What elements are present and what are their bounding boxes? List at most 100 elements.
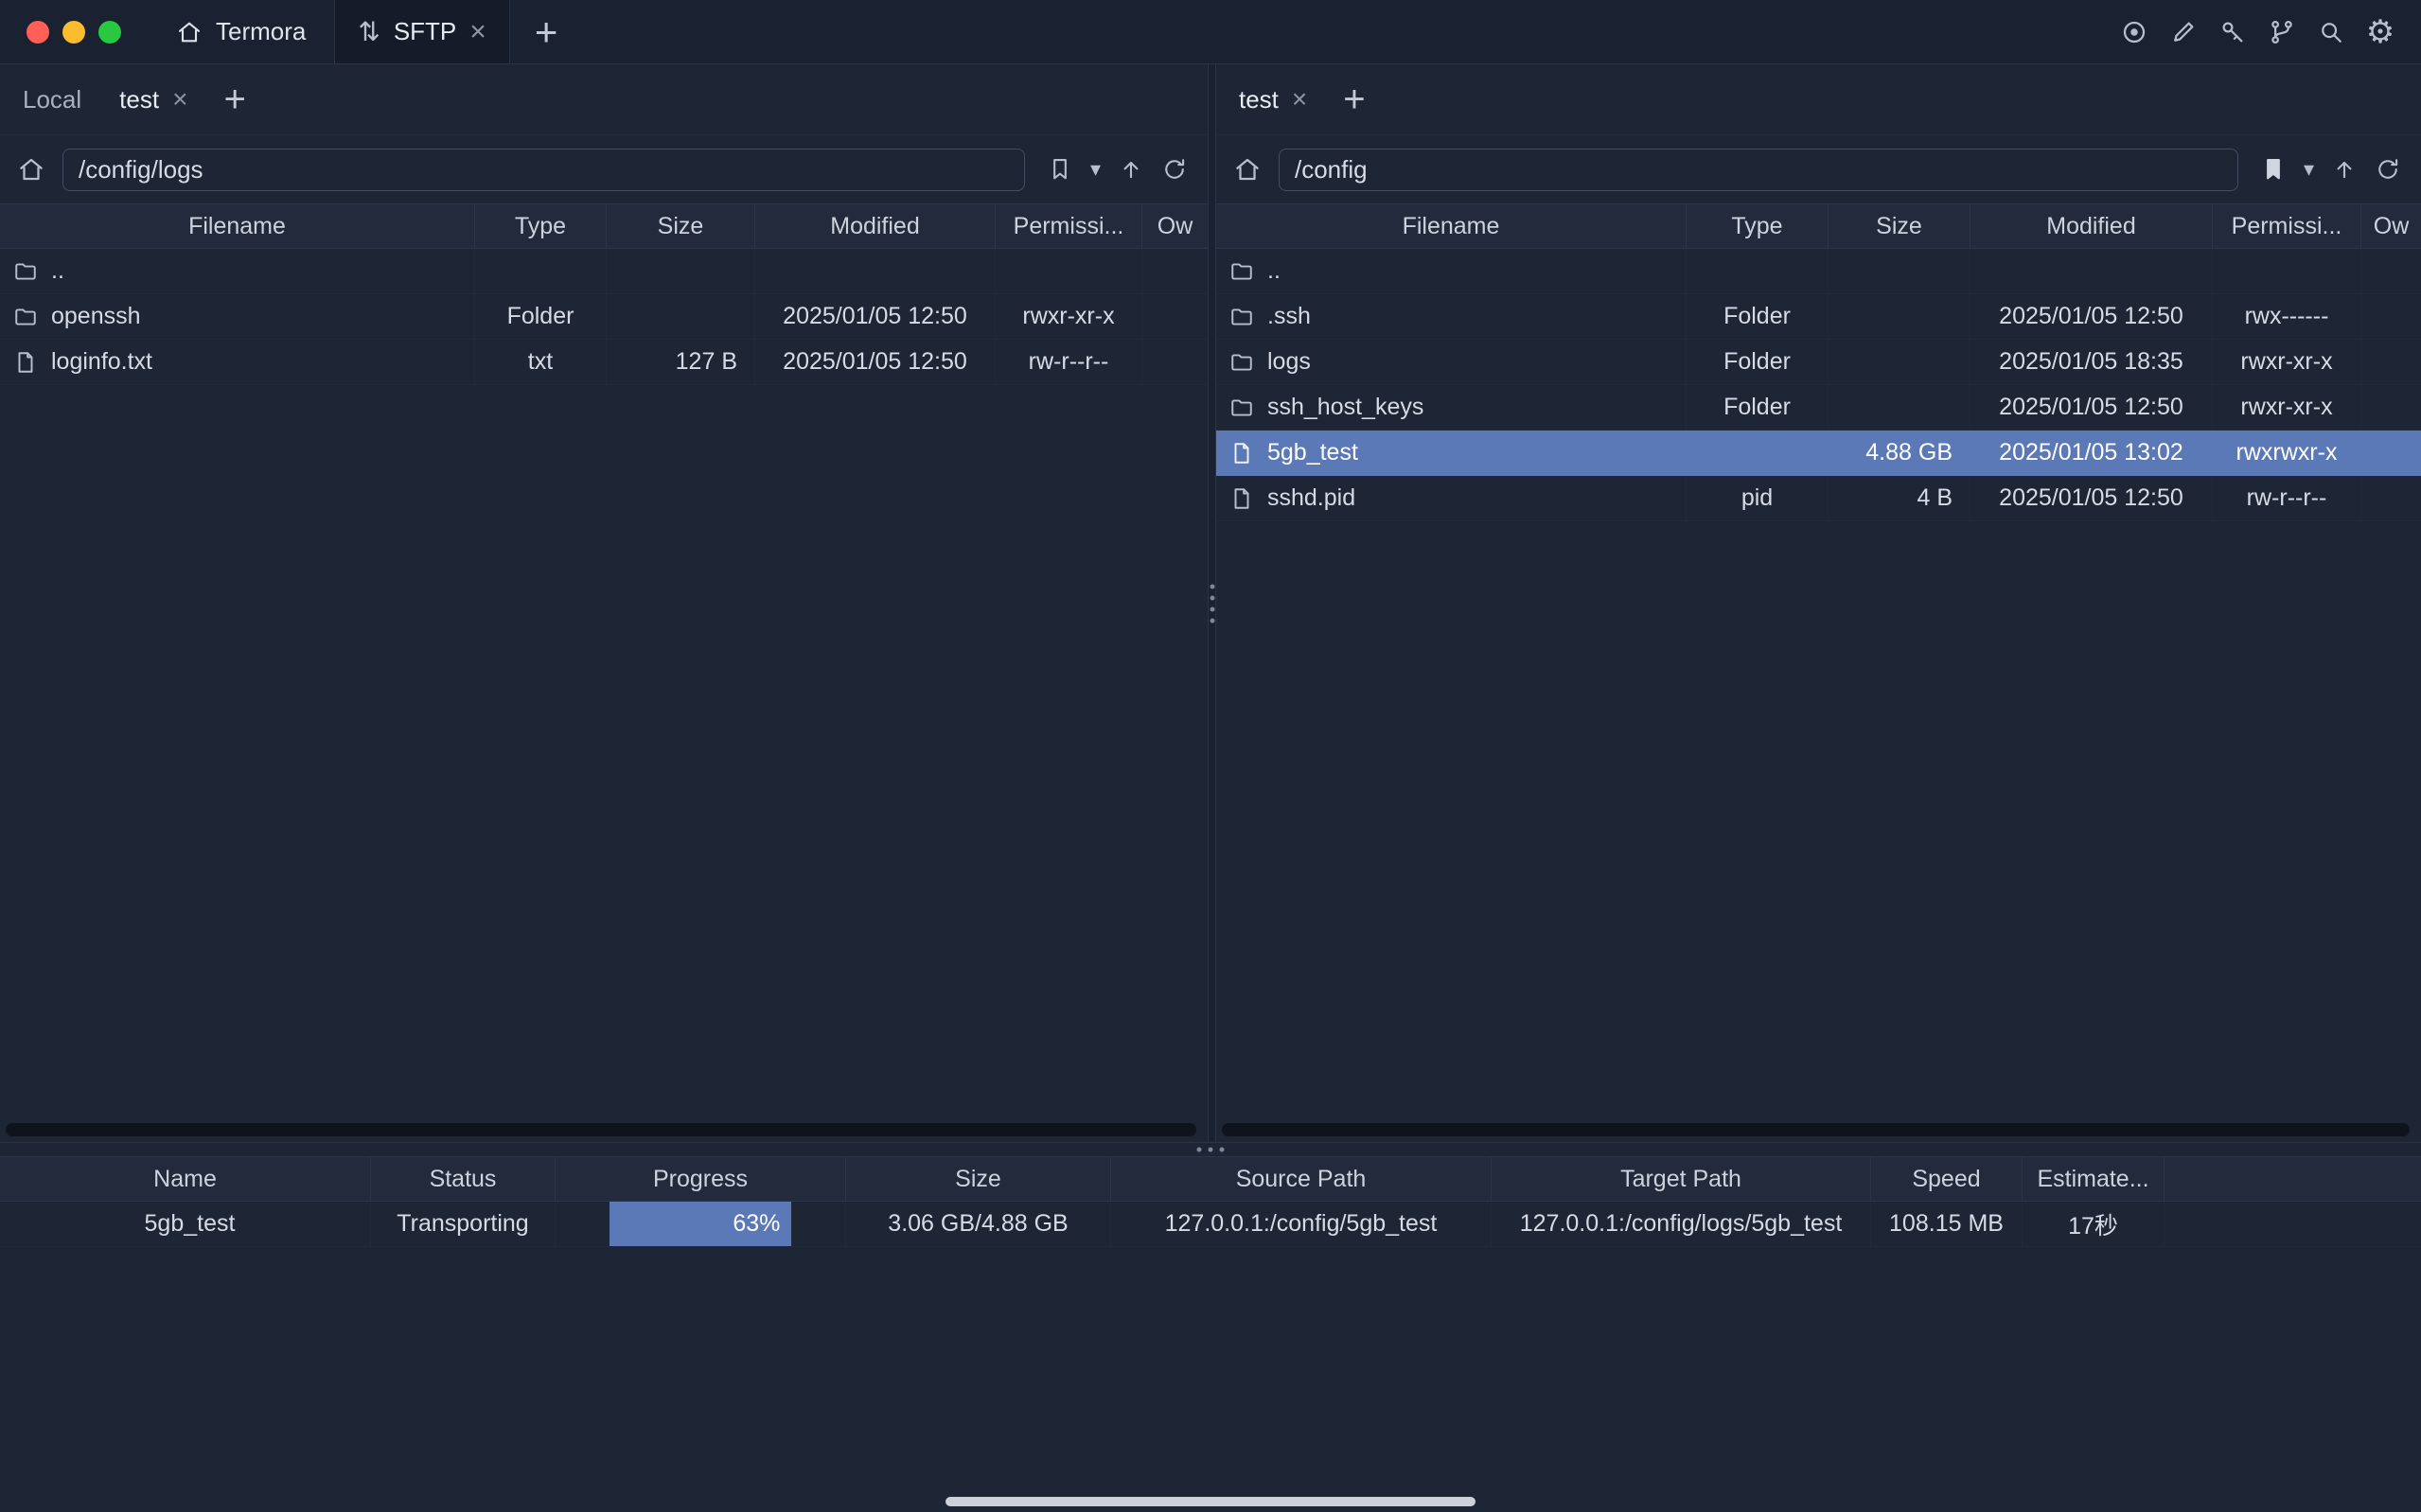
transfer-column-size: Size [846, 1157, 1111, 1201]
bookmark-dropdown-button[interactable]: ▾ [2295, 149, 2323, 190]
new-terminal-tab-button[interactable]: + [510, 12, 583, 52]
tab-test-right[interactable]: test × [1220, 64, 1326, 134]
folder-icon [1229, 305, 1254, 329]
file-row-ssh[interactable]: .ssh Folder 2025/01/05 12:50 rwx------ [1216, 294, 2421, 340]
size-cell [1829, 294, 1970, 340]
left-refresh-button[interactable] [1153, 149, 1196, 190]
search-button[interactable] [2315, 16, 2347, 48]
right-refresh-button[interactable] [2366, 149, 2410, 190]
column-header-modified[interactable]: Modified [1970, 204, 2213, 248]
local-pane: Local test × + ▾ [0, 64, 1208, 1142]
transfer-table-header: Name Status Progress Size Source Path Ta… [0, 1156, 2421, 1202]
bookmark-dropdown-button[interactable]: ▾ [1082, 149, 1109, 190]
minimize-window-button[interactable] [62, 21, 85, 44]
column-header-size[interactable]: Size [1829, 204, 1970, 248]
file-row-sshd-pid[interactable]: sshd.pid pid 4 B 2025/01/05 12:50 rw-r--… [1216, 476, 2421, 521]
right-pane-tabbar: test × + [1216, 64, 2421, 135]
modified-cell [1970, 249, 2213, 294]
column-header-filename[interactable]: Filename [0, 204, 475, 248]
left-horizontal-scrollbar-thumb[interactable] [6, 1123, 1196, 1136]
permissions-cell [996, 249, 1142, 294]
port-forwarding-button[interactable] [2266, 16, 2298, 48]
column-header-type[interactable]: Type [1687, 204, 1829, 248]
edit-button[interactable] [2167, 16, 2200, 48]
bookmark-filled-icon [2260, 156, 2287, 183]
right-horizontal-scrollbar-thumb[interactable] [1222, 1123, 2410, 1136]
record-button[interactable] [2118, 16, 2150, 48]
pane-splitter-vertical[interactable] [1208, 64, 1216, 1142]
home-icon [176, 19, 203, 45]
column-header-owner[interactable]: Ow [2361, 204, 2421, 248]
tab-local[interactable]: Local [4, 64, 100, 134]
search-icon [2317, 18, 2345, 46]
settings-button[interactable]: ⚙ [2364, 16, 2396, 48]
file-row-logs[interactable]: logs Folder 2025/01/05 18:35 rwxr-xr-x [1216, 340, 2421, 385]
tab-termora[interactable]: Termora [172, 0, 334, 63]
right-path-input[interactable] [1279, 149, 2238, 191]
file-row-ssh-host-keys[interactable]: ssh_host_keys Folder 2025/01/05 12:50 rw… [1216, 385, 2421, 431]
file-icon [1229, 486, 1254, 511]
file-row-loginfo[interactable]: loginfo.txt txt 127 B 2025/01/05 12:50 r… [0, 340, 1208, 385]
file-row-parent[interactable]: .. [0, 249, 1208, 294]
progress-bar-fill: 63% [610, 1202, 792, 1246]
size-cell [1829, 340, 1970, 385]
column-header-permissions[interactable]: Permissi... [2213, 204, 2361, 248]
close-icon[interactable]: × [172, 86, 187, 113]
transfer-estimate-cell: 17秒 [2023, 1202, 2165, 1247]
close-icon[interactable]: × [469, 18, 486, 46]
column-header-size[interactable]: Size [607, 204, 755, 248]
filename-cell: sshd.pid [1216, 476, 1687, 521]
column-header-type[interactable]: Type [475, 204, 607, 248]
folder-icon [13, 305, 38, 329]
right-table-header: Filename Type Size Modified Permissi... … [1216, 203, 2421, 249]
left-path-input[interactable] [62, 149, 1025, 191]
refresh-icon [1161, 156, 1188, 183]
type-cell: txt [475, 340, 607, 385]
splitter-handle-icon[interactable] [1197, 1148, 1225, 1152]
right-new-tab-button[interactable]: + [1326, 80, 1382, 118]
app-tab-label: Termora [216, 17, 306, 46]
zoom-window-button[interactable] [98, 21, 121, 44]
column-header-permissions[interactable]: Permissi... [996, 204, 1142, 248]
file-row-openssh[interactable]: openssh Folder 2025/01/05 12:50 rwxr-xr-… [0, 294, 1208, 340]
transfer-source-path-cell: 127.0.0.1:/config/5gb_test [1111, 1202, 1492, 1247]
bookmark-icon [1047, 156, 1073, 183]
permissions-cell: rwxr-xr-x [2213, 385, 2361, 431]
permissions-cell: rwxrwxr-x [2213, 431, 2361, 476]
file-row-parent[interactable]: .. [1216, 249, 2421, 294]
file-row-5gb-test-selected[interactable]: 5gb_test 4.88 GB 2025/01/05 13:02 rwxrwx… [1216, 431, 2421, 476]
type-cell: Folder [1687, 340, 1829, 385]
tab-sftp[interactable]: ⇅ SFTP × [334, 0, 509, 63]
right-home-button[interactable] [1229, 155, 1265, 184]
type-cell: Folder [475, 294, 607, 340]
owner-cell [1142, 340, 1208, 385]
left-bookmark-button[interactable] [1038, 149, 1082, 190]
filename: .. [51, 257, 64, 285]
close-icon[interactable]: × [1292, 86, 1307, 113]
close-window-button[interactable] [27, 21, 49, 44]
left-new-tab-button[interactable]: + [206, 80, 262, 118]
tab-test-left[interactable]: test × [100, 64, 206, 134]
transfer-row-5gb-test[interactable]: 5gb_test Transporting 63% 3.06 GB/4.88 G… [0, 1202, 2421, 1247]
type-cell [1687, 431, 1829, 476]
key-button[interactable] [2217, 16, 2249, 48]
right-bookmark-button[interactable] [2252, 149, 2295, 190]
left-home-button[interactable] [13, 155, 49, 184]
column-header-filename[interactable]: Filename [1216, 204, 1687, 248]
left-path-actions: ▾ [1038, 149, 1196, 190]
splitter-handle-icon[interactable] [1210, 584, 1214, 623]
owner-cell [2361, 385, 2421, 431]
type-cell: Folder [1687, 385, 1829, 431]
column-header-modified[interactable]: Modified [755, 204, 996, 248]
column-header-owner[interactable]: Ow [1142, 204, 1208, 248]
key-icon [2218, 18, 2247, 46]
modified-cell: 2025/01/05 12:50 [1970, 294, 2213, 340]
owner-cell [2361, 249, 2421, 294]
left-up-directory-button[interactable] [1109, 149, 1153, 190]
right-up-directory-button[interactable] [2323, 149, 2366, 190]
filename: sshd.pid [1267, 484, 1355, 512]
record-icon [2120, 18, 2148, 46]
owner-cell [1142, 249, 1208, 294]
transfer-splitter-horizontal[interactable] [0, 1142, 2421, 1156]
transfer-speed-cell: 108.15 MB [1871, 1202, 2023, 1247]
